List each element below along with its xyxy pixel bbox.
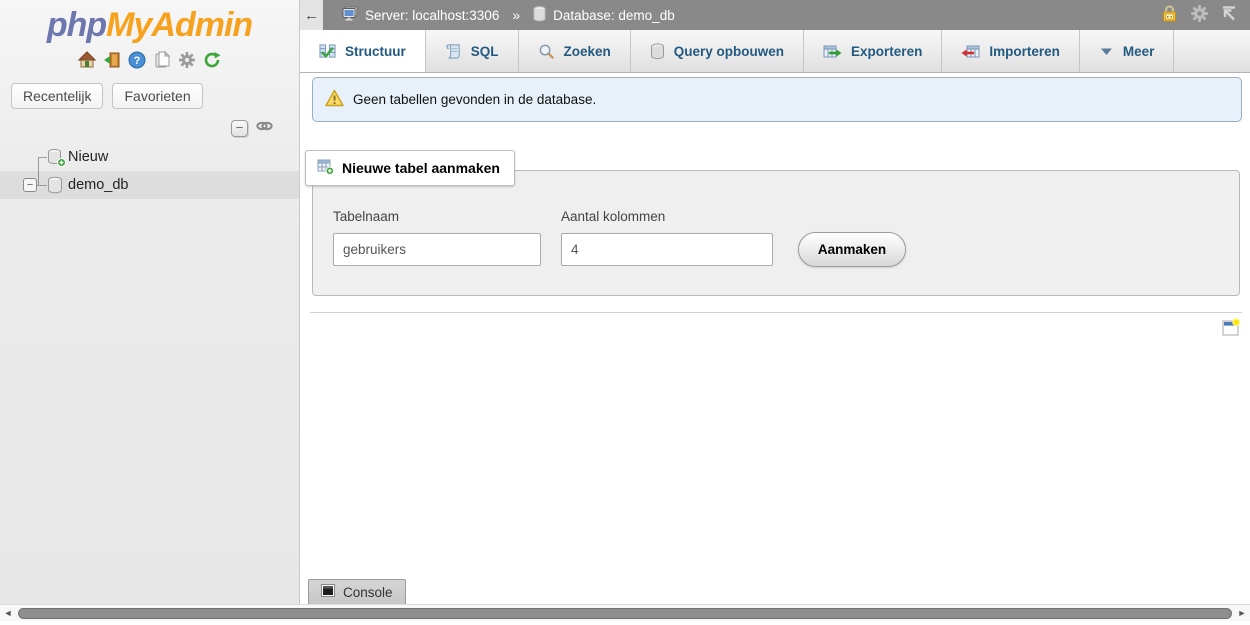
- warning-icon: [325, 89, 344, 110]
- home-icon[interactable]: [78, 51, 96, 69]
- tab-exporteren[interactable]: Exporteren: [804, 30, 942, 72]
- settings-icon[interactable]: [178, 51, 196, 69]
- search-icon: [538, 43, 555, 60]
- logo-myadmin-part: MyAdmin: [106, 6, 252, 44]
- table-name-label: Tabelnaam: [333, 209, 399, 224]
- console-icon: [321, 584, 335, 600]
- create-table-legend: Nieuwe tabel aanmaken: [305, 150, 515, 186]
- sql-icon: [445, 43, 462, 60]
- structure-icon: [319, 43, 336, 60]
- help-icon[interactable]: ?: [128, 51, 146, 69]
- chevron-down-icon: [1099, 45, 1114, 58]
- tree-item-new-label: Nieuw: [68, 149, 108, 165]
- phpmyadmin-logo[interactable]: phpMyAdmin: [0, 6, 299, 45]
- tree-item-database-label: demo_db: [68, 177, 128, 193]
- svg-text:?: ?: [134, 55, 141, 67]
- tab-label: Exporteren: [851, 44, 922, 59]
- sidebar-icon-row: ?: [0, 51, 299, 69]
- collapse-all-icon[interactable]: −: [231, 120, 248, 137]
- tab-structuur[interactable]: Structuur: [300, 30, 426, 72]
- tree-connector-line: [37, 185, 47, 186]
- reload-icon[interactable]: [203, 51, 221, 69]
- tab-label: Query opbouwen: [674, 44, 784, 59]
- docs-icon[interactable]: [153, 51, 171, 69]
- main-tabbar: Structuur SQL Zoeken Query opbouwen Expo…: [300, 30, 1250, 73]
- column-count-input[interactable]: [561, 233, 773, 266]
- logout-icon[interactable]: [103, 51, 121, 69]
- tab-meer[interactable]: Meer: [1080, 30, 1175, 72]
- breadcrumb-server-link[interactable]: Server: localhost:3306: [365, 8, 499, 23]
- server-icon: [341, 5, 358, 25]
- database-icon: [47, 176, 63, 199]
- collapse-top-icon[interactable]: [1220, 5, 1238, 25]
- navigation-sidebar: phpMyAdmin ? Recentelijk Favorieten − Ni…: [0, 0, 300, 604]
- tab-query-opbouwen[interactable]: Query opbouwen: [631, 30, 804, 72]
- new-table-icon: [317, 158, 334, 178]
- tab-label: Structuur: [345, 44, 406, 59]
- tree-controls: −: [231, 119, 273, 137]
- create-table-button[interactable]: Aanmaken: [798, 232, 906, 267]
- import-icon: [961, 43, 980, 60]
- recent-button[interactable]: Recentelijk: [11, 83, 103, 109]
- create-table-legend-label: Nieuwe tabel aanmaken: [342, 160, 500, 176]
- tree-item-database[interactable]: − demo_db: [0, 171, 299, 199]
- no-tables-notice: Geen tabellen gevonden in de database.: [312, 77, 1242, 122]
- table-name-input[interactable]: [333, 233, 541, 266]
- tree-item-new[interactable]: Nieuw: [0, 143, 299, 171]
- link-with-main-panel-icon[interactable]: [256, 119, 273, 137]
- scrollbar-thumb[interactable]: [18, 608, 1232, 619]
- scroll-left-arrow-icon[interactable]: ◄: [0, 605, 16, 622]
- breadcrumb-database-link[interactable]: Database: demo_db: [553, 8, 675, 23]
- tree-connector-line: [38, 157, 47, 158]
- console-bar[interactable]: Console: [308, 579, 406, 604]
- logo-php-part: php: [47, 6, 106, 44]
- console-label: Console: [343, 585, 393, 600]
- query-builder-icon: [650, 43, 665, 60]
- main-content: Geen tabellen gevonden in de database. N…: [300, 73, 1250, 604]
- new-database-icon: [47, 148, 66, 171]
- breadcrumb-bar: ← Server: localhost:3306 » Database: dem…: [300, 0, 1250, 30]
- page-settings-window-icon[interactable]: [1222, 318, 1240, 342]
- tab-label: Zoeken: [564, 44, 611, 59]
- tab-label: Importeren: [989, 44, 1060, 59]
- column-count-label: Aantal kolommen: [561, 209, 665, 224]
- horizontal-scrollbar[interactable]: ◄ ►: [0, 604, 1250, 621]
- database-tree: Nieuw − demo_db: [0, 143, 299, 199]
- sidebar-quick-buttons: Recentelijk Favorieten: [11, 83, 203, 109]
- create-table-fieldset: Tabelnaam Aantal kolommen Aanmaken: [312, 170, 1240, 296]
- favorites-button[interactable]: Favorieten: [112, 83, 202, 109]
- export-icon: [823, 43, 842, 60]
- topbar-right-icons: [1160, 4, 1250, 26]
- back-arrow-button[interactable]: ←: [300, 0, 323, 30]
- tab-label: SQL: [471, 44, 499, 59]
- notice-text: Geen tabellen gevonden in de database.: [353, 92, 596, 107]
- tab-sql[interactable]: SQL: [426, 30, 519, 72]
- gear-icon[interactable]: [1190, 4, 1209, 26]
- content-divider: [310, 312, 1242, 313]
- lock-icon: [1160, 4, 1179, 26]
- phpmyadmin-window: phpMyAdmin ? Recentelijk Favorieten − Ni…: [0, 0, 1250, 625]
- database-icon: [533, 6, 546, 25]
- collapse-expander-icon[interactable]: −: [23, 178, 37, 192]
- tab-label: Meer: [1123, 44, 1155, 59]
- breadcrumb: Server: localhost:3306 » Database: demo_…: [341, 5, 675, 25]
- breadcrumb-separator: »: [512, 7, 520, 23]
- scroll-right-arrow-icon[interactable]: ►: [1234, 605, 1250, 622]
- tab-zoeken[interactable]: Zoeken: [519, 30, 631, 72]
- tab-importeren[interactable]: Importeren: [942, 30, 1080, 72]
